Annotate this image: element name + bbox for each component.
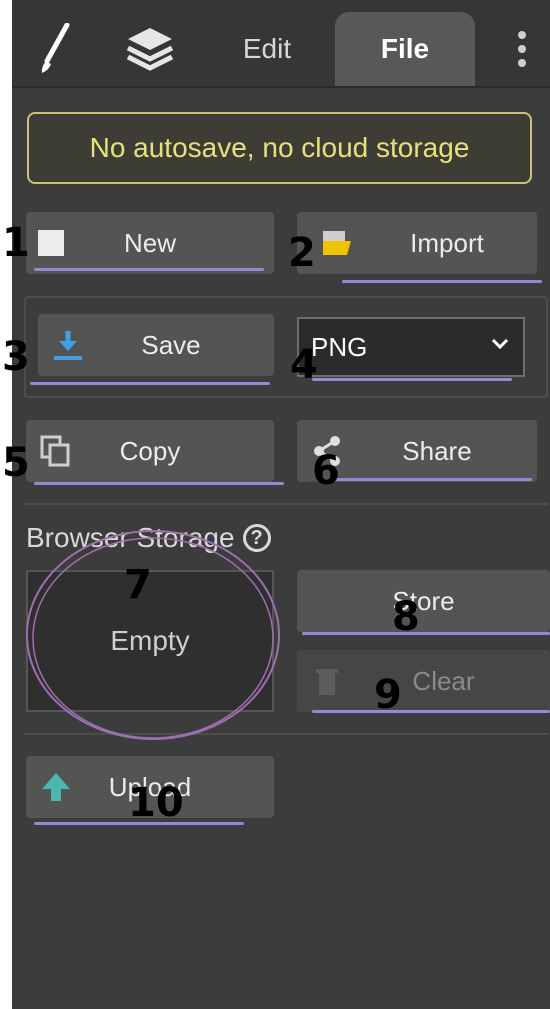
annotation-number: 3	[2, 334, 30, 380]
annotation-number: 2	[288, 230, 316, 276]
upload-arrow-icon	[42, 773, 70, 801]
annotation-number: 8	[392, 594, 420, 640]
tab-edit-label: Edit	[242, 33, 292, 64]
tab-brush[interactable]	[20, 12, 90, 86]
annotation-number: 7	[124, 562, 152, 608]
format-select-value: PNG	[311, 331, 368, 362]
save-button[interactable]: Save	[38, 314, 274, 376]
share-button-label: Share	[402, 435, 472, 466]
tab-bar: Edit File	[12, 0, 550, 88]
more-vertical-icon	[518, 31, 526, 67]
annotation-number: 6	[312, 448, 340, 494]
markup-underline	[342, 280, 542, 283]
section-divider	[24, 503, 548, 505]
clear-button[interactable]: Clear	[297, 650, 550, 712]
download-icon	[54, 331, 82, 360]
brush-icon	[41, 23, 70, 73]
layers-icon	[126, 28, 174, 71]
markup-underline	[302, 632, 550, 635]
no-autosave-banner: No autosave, no cloud storage	[27, 112, 532, 184]
markup-underline	[34, 268, 264, 271]
tab-file-label: File	[380, 33, 430, 64]
annotation-number: 10	[128, 780, 184, 826]
tab-layers[interactable]	[112, 12, 188, 86]
trash-icon	[316, 669, 338, 695]
new-document-icon	[38, 230, 64, 256]
markup-underline	[332, 478, 532, 481]
more-menu-button[interactable]	[502, 12, 542, 86]
new-button[interactable]: New	[26, 212, 274, 274]
import-button-label: Import	[410, 227, 484, 258]
save-button-label: Save	[141, 329, 201, 360]
markup-underline	[312, 710, 550, 713]
copy-icon	[40, 435, 70, 467]
format-select[interactable]: PNG	[297, 317, 525, 377]
markup-underline	[30, 382, 270, 385]
tab-file[interactable]: File	[335, 12, 475, 86]
annotation-number: 5	[2, 440, 30, 486]
markup-underline	[312, 378, 512, 381]
import-button[interactable]: Import	[297, 212, 537, 274]
copy-button[interactable]: Copy	[26, 420, 274, 482]
annotation-number: 1	[2, 220, 30, 266]
banner-text: No autosave, no cloud storage	[89, 132, 470, 163]
copy-button-label: Copy	[119, 435, 181, 466]
clear-button-label: Clear	[412, 665, 475, 696]
store-button[interactable]: Store	[297, 570, 550, 632]
chevron-down-icon	[491, 338, 509, 350]
annotation-number: 9	[374, 672, 402, 718]
tab-edit[interactable]: Edit	[212, 12, 322, 86]
folder-icon	[323, 231, 351, 255]
annotation-number: 4	[290, 342, 318, 388]
new-button-label: New	[123, 227, 176, 258]
file-panel: Edit File No autosave, no cloud storage …	[2, 0, 550, 1009]
markup-underline	[34, 482, 284, 485]
markup-circle	[26, 530, 280, 740]
